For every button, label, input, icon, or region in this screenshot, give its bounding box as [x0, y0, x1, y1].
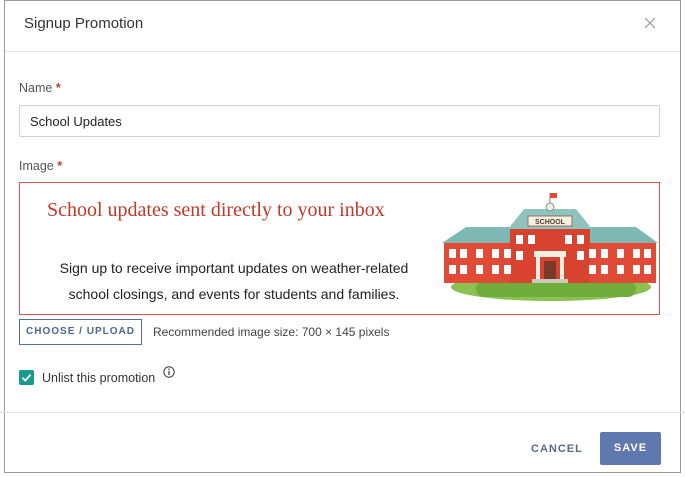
promo-body: Sign up to receive important updates on … [28, 255, 440, 307]
promo-body-line: Sign up to receive important updates on … [59, 260, 409, 276]
school-sign-text: SCHOOL [535, 219, 566, 226]
promo-body-line: school closings, and events for students… [68, 286, 400, 302]
unlist-checkbox[interactable] [19, 370, 34, 385]
save-button[interactable]: SAVE [600, 432, 661, 465]
info-icon[interactable] [163, 366, 175, 378]
name-label: Name * [19, 81, 61, 95]
dialog-footer-divider [0, 412, 685, 413]
required-asterisk: * [57, 159, 63, 173]
dialog-header: Signup Promotion [5, 1, 680, 52]
cancel-button[interactable]: CANCEL [531, 443, 583, 455]
name-input[interactable] [19, 105, 660, 137]
unlist-label[interactable]: Unlist this promotion [42, 371, 155, 385]
image-label: Image * [19, 159, 63, 173]
choose-upload-button[interactable]: CHOOSE / UPLOAD [19, 319, 142, 345]
required-asterisk: * [55, 81, 61, 95]
promo-image-preview: School updates sent directly to your inb… [19, 182, 660, 315]
promo-headline: School updates sent directly to your inb… [47, 199, 385, 221]
dialog-title: Signup Promotion [24, 15, 144, 32]
image-size-recommendation: Recommended image size: 700 × 145 pixels [153, 325, 390, 339]
school-building-illustration: SCHOOL [442, 193, 658, 301]
close-icon[interactable] [642, 15, 658, 31]
